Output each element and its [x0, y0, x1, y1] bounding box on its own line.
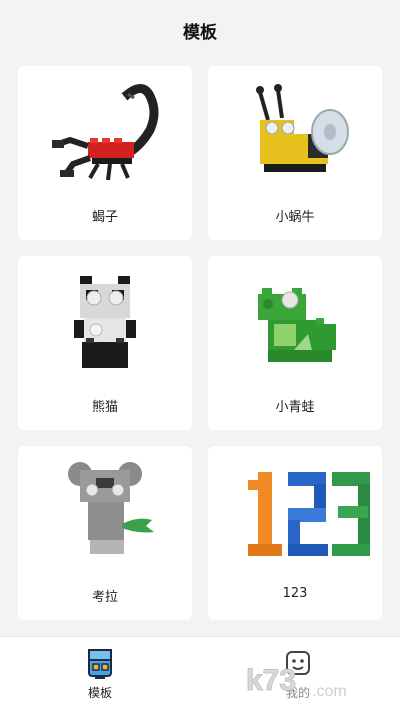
template-box-icon	[88, 649, 112, 679]
svg-text:.com: .com	[312, 683, 347, 700]
panda-model-image	[74, 276, 136, 368]
koala-model-image	[68, 462, 154, 554]
template-card-frog[interactable]: 小青蛙	[208, 256, 382, 430]
template-label: 考拉	[91, 590, 118, 605]
template-label: 蝎子	[91, 210, 118, 225]
template-card-scorpion[interactable]: 蝎子	[18, 66, 192, 240]
tab-template[interactable]: 模板	[60, 647, 140, 707]
scorpion-model-image	[52, 84, 159, 181]
snail-model-image	[256, 84, 349, 172]
template-label: 小蜗牛	[275, 210, 315, 225]
page-header: 模板	[0, 0, 400, 60]
template-card-koala[interactable]: 考拉	[18, 446, 192, 620]
template-card-snail[interactable]: 小蜗牛	[208, 66, 382, 240]
svg-text:k73: k73	[246, 664, 296, 697]
site-watermark-logo: k73 .com	[246, 664, 347, 701]
template-grid: 蝎子 小蜗牛 熊猫 小青蛙 考拉 123	[18, 66, 382, 620]
template-label: 123	[282, 586, 308, 601]
page-title: 模板	[183, 22, 217, 43]
template-label: 熊猫	[91, 400, 118, 415]
numbers-123-model-image	[248, 472, 370, 556]
template-label: 小青蛙	[275, 400, 315, 415]
template-card-123[interactable]: 123	[208, 446, 382, 620]
template-card-panda[interactable]: 熊猫	[18, 256, 192, 430]
tab-label: 模板	[87, 686, 112, 700]
frog-model-image	[258, 288, 336, 362]
